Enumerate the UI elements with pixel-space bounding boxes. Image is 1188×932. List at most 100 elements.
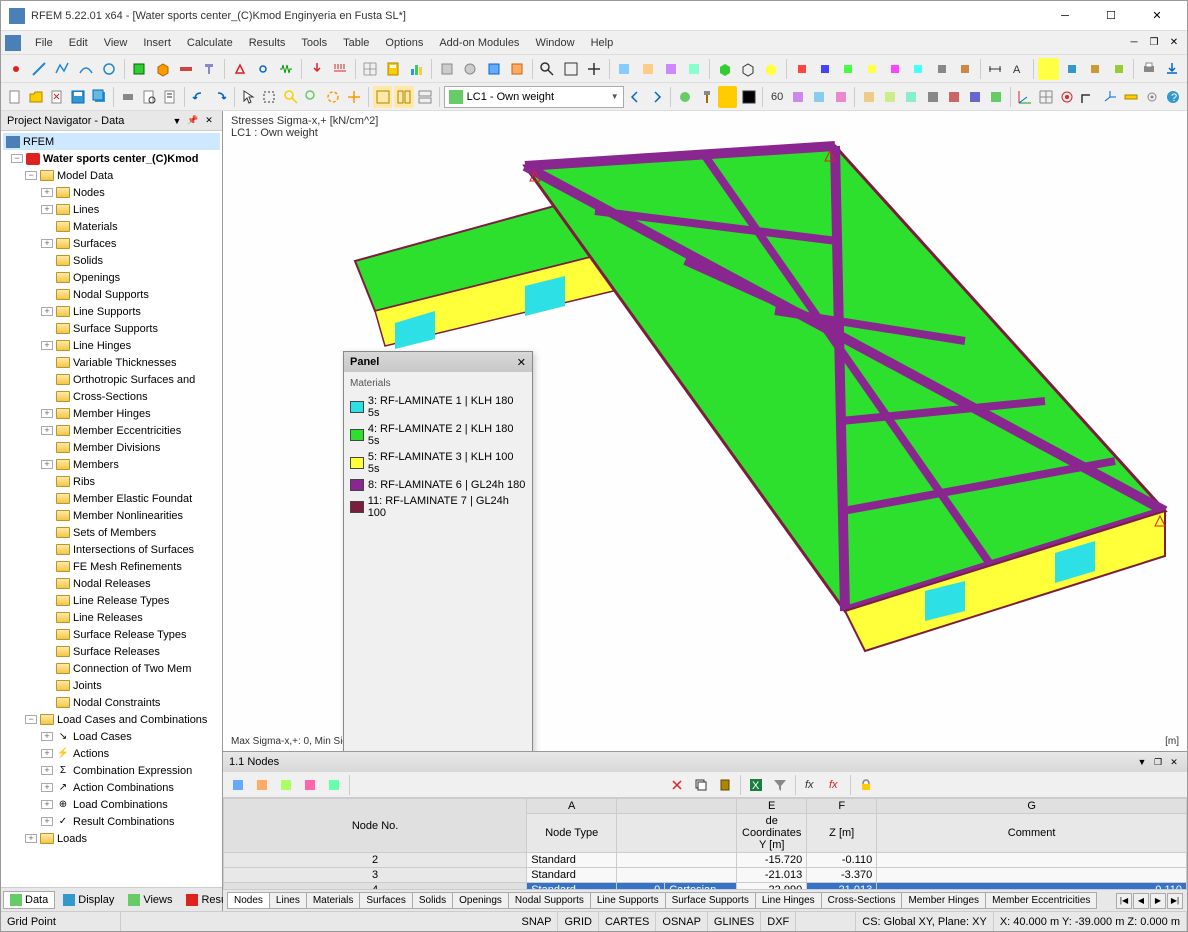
table-tab[interactable]: Line Supports [590,892,666,909]
tool-render2-icon[interactable] [737,58,758,80]
tool-help-icon[interactable]: ? [1164,86,1183,108]
table-tab[interactable]: Cross-Sections [821,892,903,909]
tree-collapse-icon[interactable]: − [11,154,23,163]
tool-close-icon[interactable] [48,86,67,108]
tree-item[interactable]: +⊕Load Combinations [3,796,220,813]
tool-n2-icon[interactable] [880,86,899,108]
tool-misc-5[interactable] [884,58,905,80]
nav-tab-display[interactable]: Display [57,892,120,908]
tree-item[interactable]: Surface Supports [3,320,220,337]
tree-expand-icon[interactable]: + [41,460,53,469]
tree-collapse-icon[interactable]: − [25,715,37,724]
tree-expand-icon[interactable]: + [41,426,53,435]
tree-item[interactable]: +Nodes [3,184,220,201]
ttool-copy-icon[interactable] [690,774,712,796]
tool-layout3-icon[interactable] [416,86,435,108]
tree-item[interactable]: Openings [3,269,220,286]
tool-load-icon[interactable] [306,58,327,80]
menu-calculate[interactable]: Calculate [179,34,241,52]
menu-addon[interactable]: Add-on Modules [431,34,527,52]
tool-results2-icon[interactable] [718,86,737,108]
navigator-close-icon[interactable]: ✕ [202,114,216,128]
col-z[interactable]: Z [m] [807,814,877,853]
tool-solid-icon[interactable] [152,58,173,80]
tree-item[interactable]: Line Releases [3,609,220,626]
status-osnap[interactable]: OSNAP [656,912,708,931]
tool-misc-1[interactable] [791,58,812,80]
tool-zoom-icon[interactable] [537,58,558,80]
tool-view3-icon[interactable] [660,58,681,80]
tree-item[interactable]: Surface Release Types [3,626,220,643]
tree-item[interactable]: Connection of Two Mem [3,660,220,677]
tool-m3-icon[interactable] [810,86,829,108]
close-button[interactable]: ✕ [1135,2,1179,30]
menu-tools[interactable]: Tools [293,34,335,52]
tool-member-icon[interactable] [175,58,196,80]
table-row[interactable]: 3 Standard -21.013 -3.370 [224,868,1187,883]
tool-color4-icon[interactable] [1108,58,1129,80]
mdi-close[interactable]: ✕ [1165,35,1183,51]
tree-item[interactable]: Ribs [3,473,220,490]
tool-preview-icon[interactable] [140,86,159,108]
status-snap[interactable]: SNAP [516,912,559,931]
ttool-filter-icon[interactable] [769,774,791,796]
status-glines[interactable]: GLINES [708,912,761,931]
col-letter-e[interactable]: E [737,799,807,814]
tree-expand-icon[interactable]: + [41,409,53,418]
tool-polyline-icon[interactable] [52,58,73,80]
tree-item[interactable]: Nodal Supports [3,286,220,303]
menu-results[interactable]: Results [241,34,294,52]
tree-item[interactable]: Intersections of Surfaces [3,541,220,558]
menu-help[interactable]: Help [583,34,622,52]
tool-generic-1[interactable] [436,58,457,80]
tree-item[interactable]: +ΣCombination Expression [3,762,220,779]
tool-export-icon[interactable] [1162,58,1183,80]
tree-item[interactable]: Solids [3,252,220,269]
status-cartes[interactable]: CARTES [599,912,656,931]
tree-item[interactable]: +Member Eccentricities [3,422,220,439]
tree-item[interactable]: Member Nonlinearities [3,507,220,524]
tool-lc-next-icon[interactable] [647,86,666,108]
tool-generic-3[interactable] [483,58,504,80]
menu-table[interactable]: Table [335,34,377,52]
col-y[interactable]: de Coordinates Y [m] [737,814,807,853]
ttool-2[interactable] [251,774,273,796]
tool-spring-icon[interactable] [276,58,297,80]
table-tab[interactable]: Surfaces [359,892,412,909]
tool-view4-icon[interactable] [684,58,705,80]
tree-item[interactable]: FE Mesh Refinements [3,558,220,575]
tool-snap-icon[interactable] [1057,86,1076,108]
ttool-4[interactable] [299,774,321,796]
navigator-tree[interactable]: RFEM − Water sports center_(C)Kmod − Mod… [1,131,222,887]
tool-lc-prev-icon[interactable] [626,86,645,108]
tree-item[interactable]: Joints [3,677,220,694]
tree-item[interactable]: +↘Load Cases [3,728,220,745]
table-tab[interactable]: Materials [306,892,361,909]
tool-zoomall-icon[interactable] [302,86,321,108]
tool-zoomwin-icon[interactable] [281,86,300,108]
tree-item[interactable]: Member Elastic Foundat [3,490,220,507]
tool-misc-7[interactable] [931,58,952,80]
table-tab[interactable]: Lines [269,892,307,909]
tree-item[interactable]: +Line Supports [3,303,220,320]
ttool-lock-icon[interactable] [855,774,877,796]
tool-color1-icon[interactable] [1038,58,1059,80]
tool-color2-icon[interactable] [1061,58,1082,80]
tool-config-icon[interactable] [1143,86,1162,108]
table-tab[interactable]: Member Eccentricities [985,892,1097,909]
tree-item[interactable]: Member Divisions [3,439,220,456]
tree-loads[interactable]: + Loads [3,830,220,847]
tool-zoomfit-icon[interactable] [560,58,581,80]
mdi-minimize[interactable]: ─ [1125,35,1143,51]
tool-saveall-icon[interactable] [90,86,109,108]
tool-move-icon[interactable] [345,86,364,108]
col-letter-a[interactable]: A [527,799,617,814]
tree-item[interactable]: Cross-Sections [3,388,220,405]
status-grid[interactable]: GRID [558,912,599,931]
tool-ucs-icon[interactable] [1100,86,1119,108]
tree-item[interactable]: Nodal Releases [3,575,220,592]
tree-collapse-icon[interactable]: − [25,171,37,180]
tool-cursor-icon[interactable] [238,86,257,108]
panel-close-icon[interactable]: ✕ [517,356,526,369]
tree-item[interactable]: +Surfaces [3,235,220,252]
